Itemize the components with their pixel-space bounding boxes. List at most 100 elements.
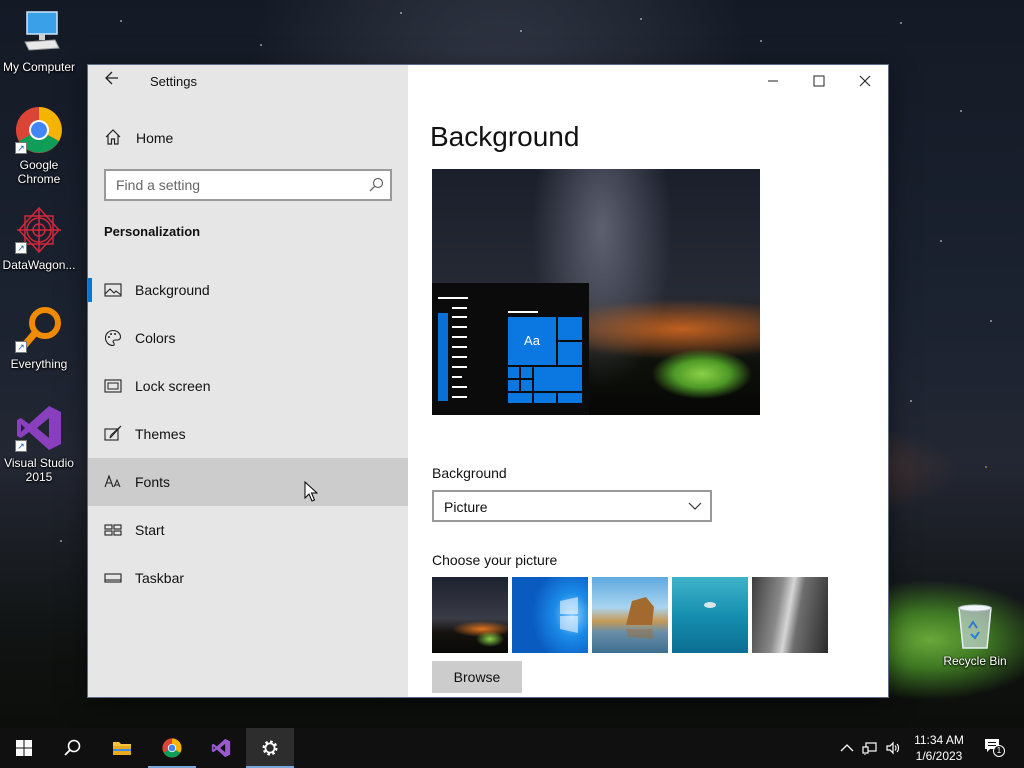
maximize-icon <box>813 75 825 87</box>
background-type-label: Background <box>432 465 507 481</box>
search-taskbar-button[interactable] <box>48 728 96 768</box>
shortcut-arrow-icon: ↗ <box>15 440 27 452</box>
sidebar-item-themes[interactable]: Themes <box>88 410 408 458</box>
gear-icon <box>262 740 278 756</box>
chevron-down-icon <box>688 502 702 510</box>
picture-thumbnail[interactable] <box>592 577 668 653</box>
settings-taskbar-button[interactable] <box>246 728 294 768</box>
picture-thumbnail[interactable] <box>672 577 748 653</box>
desktop-icon-google-chrome[interactable]: ↗ Google Chrome <box>0 106 78 186</box>
picture-thumbnail[interactable] <box>432 577 508 653</box>
desktop-icon-label: Recycle Bin <box>943 654 1007 668</box>
picture-thumbnail[interactable] <box>512 577 588 653</box>
chevron-up-icon[interactable] <box>839 740 855 756</box>
recycle-bin-icon <box>951 602 999 650</box>
mouse-cursor-icon <box>304 481 318 502</box>
visual-studio-icon: ↗ <box>15 404 63 452</box>
search-input[interactable] <box>106 171 356 199</box>
sidebar-item-home[interactable]: Home <box>88 123 408 153</box>
maximize-button[interactable] <box>796 65 842 97</box>
desktop-icon-label: Google Chrome <box>17 158 61 186</box>
sidebar-item-label: Background <box>135 282 210 298</box>
choose-picture-label: Choose your picture <box>432 552 558 568</box>
sidebar-item-label: Fonts <box>135 474 171 490</box>
browse-button[interactable]: Browse <box>432 661 522 693</box>
sidebar-item-label: Lock screen <box>135 378 211 394</box>
preview-tile-aa: Aa <box>508 317 556 365</box>
home-icon <box>105 129 121 145</box>
desktop-icon-everything[interactable]: ↗ Everything <box>0 305 78 371</box>
picture-thumbnail[interactable] <box>752 577 828 653</box>
swimmer-graphic <box>704 602 716 608</box>
settings-sidebar: Settings Home Personalization <box>88 65 408 697</box>
desktop-icon-visual-studio[interactable]: ↗ Visual Studio 2015 <box>0 404 78 484</box>
shortcut-arrow-icon: ↗ <box>15 142 27 154</box>
sidebar-item-fonts[interactable]: Fonts <box>88 458 408 506</box>
sidebar-item-label: Taskbar <box>135 570 185 586</box>
volume-icon[interactable] <box>885 740 901 756</box>
folder-icon <box>113 742 131 755</box>
taskbar-icon <box>104 573 122 583</box>
desktop-icon-label: DataWagon... <box>2 258 76 272</box>
window-title: Settings <box>150 74 197 89</box>
taskbar-clock[interactable]: 11:34 AM 1/6/2023 <box>906 732 972 764</box>
sidebar-item-label: Home <box>136 130 174 146</box>
back-button[interactable] <box>102 71 122 91</box>
minimize-icon <box>768 80 778 82</box>
everything-search-icon: ↗ <box>15 305 63 353</box>
selection-indicator <box>88 278 92 302</box>
sidebar-item-background[interactable]: Background <box>88 266 408 314</box>
picture-thumbnails <box>432 577 832 653</box>
sidebar-item-taskbar[interactable]: Taskbar <box>88 554 408 602</box>
chrome-taskbar-button[interactable] <box>148 728 196 768</box>
rock-arch-graphic <box>626 597 654 639</box>
taskbar: 11:34 AM 1/6/2023 1 <box>0 728 1024 768</box>
desktop-icon-datawagon[interactable]: ↗ DataWagon... <box>0 206 78 272</box>
themes-brush-icon <box>104 425 122 441</box>
start-button[interactable] <box>0 728 48 768</box>
sidebar-item-lock-screen[interactable]: Lock screen <box>88 362 408 410</box>
chrome-icon <box>162 738 182 758</box>
file-explorer-taskbar-button[interactable] <box>98 728 146 768</box>
notification-count-badge: 1 <box>993 745 1005 757</box>
back-arrow-icon <box>105 71 118 85</box>
visual-studio-icon <box>211 738 231 758</box>
windows-logo-icon <box>560 597 578 633</box>
desktop-icon-my-computer[interactable]: My Computer <box>0 8 78 74</box>
sidebar-item-colors[interactable]: Colors <box>88 314 408 362</box>
datawagon-icon: ↗ <box>15 206 63 254</box>
network-icon[interactable] <box>862 740 878 756</box>
search-icon <box>369 177 384 192</box>
desktop-icon-recycle-bin[interactable]: Recycle Bin <box>936 602 1014 668</box>
fonts-icon <box>104 474 121 488</box>
image-icon <box>104 283 122 297</box>
visual-studio-taskbar-button[interactable] <box>197 728 245 768</box>
settings-window: Settings Home Personalization <box>88 65 888 697</box>
preview-tiles: Aa <box>508 317 583 403</box>
sidebar-nav: Background Colors Lock screen Themes Fon… <box>88 266 408 602</box>
start-tiles-icon <box>104 524 122 536</box>
shortcut-arrow-icon: ↗ <box>15 341 27 353</box>
clock-date: 1/6/2023 <box>915 749 963 763</box>
page-title: Background <box>430 121 580 152</box>
minimize-button[interactable] <box>750 65 796 97</box>
sidebar-item-label: Colors <box>135 330 176 346</box>
desktop-icon-label: Everything <box>10 357 68 371</box>
desktop-icon-label: Visual Studio 2015 <box>4 456 74 484</box>
sidebar-item-label: Themes <box>135 426 186 442</box>
chrome-icon: ↗ <box>15 106 63 154</box>
palette-icon <box>105 329 122 347</box>
clock-time: 11:34 AM <box>914 733 964 747</box>
search-icon <box>64 739 81 756</box>
close-icon <box>859 75 871 87</box>
action-center-button[interactable]: 1 <box>984 738 1006 758</box>
lock-screen-icon <box>104 379 122 393</box>
preview-start-menu: Aa <box>432 283 589 415</box>
background-type-dropdown[interactable]: Picture <box>432 490 712 522</box>
sidebar-item-start[interactable]: Start <box>88 506 408 554</box>
search-setting-box[interactable] <box>104 169 392 201</box>
dropdown-value: Picture <box>444 499 488 515</box>
close-button[interactable] <box>842 65 888 97</box>
shortcut-arrow-icon: ↗ <box>15 242 27 254</box>
desktop-icon-label: My Computer <box>2 60 76 74</box>
